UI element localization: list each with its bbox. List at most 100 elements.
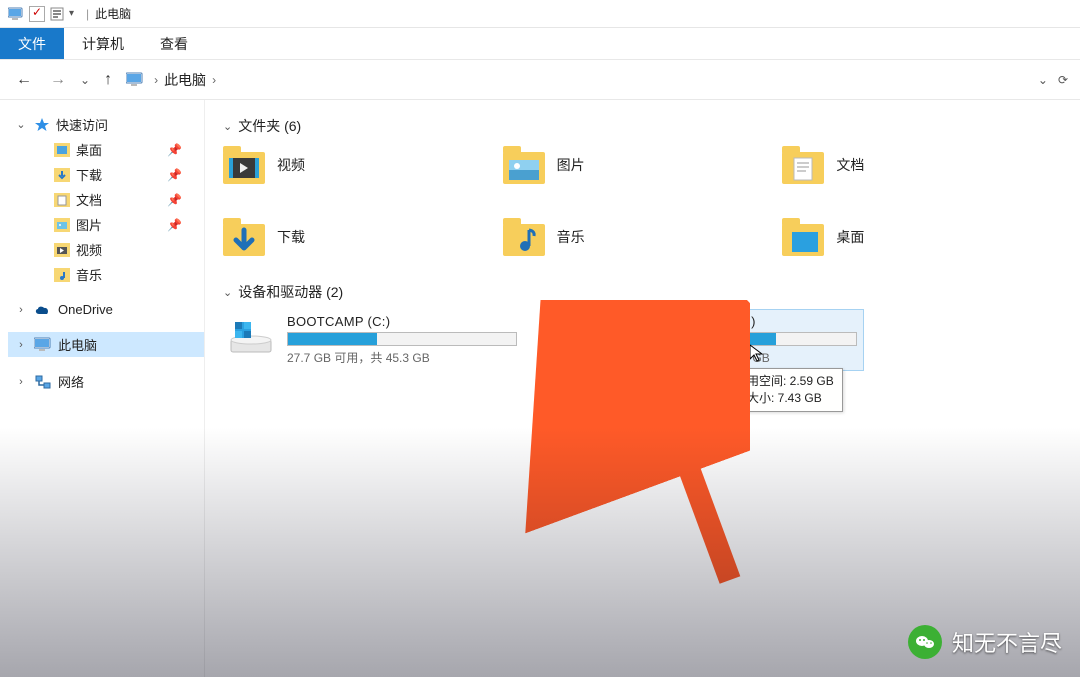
folder-label: 桌面 xyxy=(836,227,864,247)
sidebar-item-downloads[interactable]: 下载 📌 xyxy=(28,162,204,187)
refresh-button[interactable]: ⟳ xyxy=(1058,73,1068,87)
address-bar: ← → ⌄ ↑ › 此电脑 › ⌄ ⟳ xyxy=(0,60,1080,100)
pc-icon xyxy=(34,337,52,352)
qat-dropdown-icon[interactable]: ▾ xyxy=(69,8,74,19)
qat-properties-icon[interactable] xyxy=(50,7,64,21)
sidebar-item-label: 图片 xyxy=(76,215,102,234)
window-title: 此电脑 xyxy=(95,5,131,22)
desktop-icon xyxy=(782,216,824,258)
video-icon xyxy=(54,243,70,257)
sidebar-network[interactable]: 网络 xyxy=(8,369,204,394)
network-icon xyxy=(34,375,52,389)
music-icon xyxy=(503,216,545,258)
chevron-right-icon[interactable] xyxy=(14,376,28,388)
content-pane: ⌄ 文件夹 (6) 视频 图片 xyxy=(205,100,1080,677)
breadcrumb-root[interactable]: 此电脑 xyxy=(164,70,206,90)
sidebar-quick-access[interactable]: 快速访问 xyxy=(8,112,204,137)
breadcrumb-pc-icon xyxy=(126,72,144,87)
titlebar: ▾ | 此电脑 xyxy=(0,0,1080,28)
group-devices-label: 设备和驱动器 (2) xyxy=(238,282,343,302)
pin-icon: 📌 xyxy=(167,218,182,232)
cloud-icon xyxy=(34,304,52,316)
pc-icon xyxy=(8,7,24,21)
folder-videos[interactable]: 视频 xyxy=(223,144,483,186)
chevron-down-icon[interactable] xyxy=(14,118,28,131)
watermark: 知无不言尽 xyxy=(908,625,1062,659)
folder-downloads[interactable]: 下载 xyxy=(223,216,483,258)
title-separator: | xyxy=(86,7,89,21)
folder-documents[interactable]: 文档 xyxy=(782,144,1042,186)
wechat-icon xyxy=(908,625,942,659)
group-folders-label: 文件夹 (6) xyxy=(238,116,301,136)
picture-icon xyxy=(503,144,545,186)
chevron-right-icon: › xyxy=(212,73,216,87)
sidebar-item-label: 视频 xyxy=(76,240,102,259)
sidebar-item-label: 下载 xyxy=(76,165,102,184)
drive-free-text: 27.7 GB 可用，共 45.3 GB xyxy=(287,349,519,366)
nav-up-button[interactable]: ↑ xyxy=(100,69,116,91)
drive-name: OSXRESERVED (D:) xyxy=(627,314,859,329)
address-dropdown-icon[interactable]: ⌄ xyxy=(1038,73,1048,87)
drive-tooltip: 可用空间: 2.59 GB 总大小: 7.43 GB xyxy=(726,368,843,412)
pin-icon: 📌 xyxy=(167,168,182,182)
nav-sidebar: 快速访问 桌面 📌 下载 📌 文档 xyxy=(0,100,205,677)
download-icon xyxy=(223,216,265,258)
folders-grid: 视频 图片 文档 xyxy=(223,144,1062,258)
folder-desktop[interactable]: 桌面 xyxy=(782,216,1042,258)
picture-icon xyxy=(54,218,70,232)
pin-icon: 📌 xyxy=(167,143,182,157)
sidebar-item-music[interactable]: 音乐 xyxy=(28,262,204,287)
sidebar-item-label: 此电脑 xyxy=(58,335,97,354)
ribbon-tab-file[interactable]: 文件 xyxy=(0,28,64,59)
ribbon-tabs: 文件 计算机 查看 xyxy=(0,28,1080,60)
folder-label: 文档 xyxy=(836,155,864,175)
qat-save-icon[interactable] xyxy=(29,6,45,22)
chevron-right-icon[interactable] xyxy=(14,339,28,351)
chevron-down-icon: ⌄ xyxy=(223,120,232,133)
chevron-right-icon: › xyxy=(154,73,158,87)
sidebar-item-label: 音乐 xyxy=(76,265,102,284)
chevron-right-icon[interactable] xyxy=(14,304,28,316)
tooltip-total: 总大小: 7.43 GB xyxy=(735,390,834,407)
drive-osx-icon xyxy=(567,314,615,356)
sidebar-this-pc[interactable]: 此电脑 xyxy=(8,332,204,357)
drive-osxreserved[interactable]: OSXRESERVED (D:) 2.59 GB 可用，共 7.43 GB xyxy=(563,310,863,370)
ribbon-tab-view[interactable]: 查看 xyxy=(142,28,206,59)
sidebar-item-label: 快速访问 xyxy=(56,115,108,134)
sidebar-onedrive[interactable]: OneDrive xyxy=(8,299,204,320)
pin-icon: 📌 xyxy=(167,193,182,207)
nav-forward-button[interactable]: → xyxy=(46,69,70,91)
sidebar-item-label: OneDrive xyxy=(58,302,113,317)
sidebar-item-label: 桌面 xyxy=(76,140,102,159)
drive-name: BOOTCAMP (C:) xyxy=(287,314,519,329)
chevron-down-icon: ⌄ xyxy=(223,286,232,299)
folder-label: 下载 xyxy=(277,227,305,247)
folder-music[interactable]: 音乐 xyxy=(503,216,763,258)
video-icon xyxy=(223,144,265,186)
sidebar-item-label: 文档 xyxy=(76,190,102,209)
star-icon xyxy=(34,117,50,133)
download-icon xyxy=(54,168,70,182)
ribbon-tab-computer[interactable]: 计算机 xyxy=(64,28,142,59)
drives-row: BOOTCAMP (C:) 27.7 GB 可用，共 45.3 GB OSXRE… xyxy=(223,310,1062,370)
drive-windows-icon xyxy=(227,314,275,356)
drive-usage-bar xyxy=(627,332,857,346)
music-icon xyxy=(54,268,70,282)
folder-label: 视频 xyxy=(277,155,305,175)
tooltip-free: 可用空间: 2.59 GB xyxy=(735,373,834,390)
group-devices-header[interactable]: ⌄ 设备和驱动器 (2) xyxy=(223,282,1062,302)
doc-icon xyxy=(54,193,70,207)
explorer-window: ▾ | 此电脑 文件 计算机 查看 ← → ⌄ ↑ › 此电脑 › ⌄ ⟳ xyxy=(0,0,1080,677)
desktop-icon xyxy=(54,143,70,157)
nav-history-dropdown[interactable]: ⌄ xyxy=(80,73,90,87)
group-folders-header[interactable]: ⌄ 文件夹 (6) xyxy=(223,116,1062,136)
sidebar-item-documents[interactable]: 文档 📌 xyxy=(28,187,204,212)
nav-back-button[interactable]: ← xyxy=(12,69,36,91)
drive-bootcamp[interactable]: BOOTCAMP (C:) 27.7 GB 可用，共 45.3 GB xyxy=(223,310,523,370)
breadcrumb[interactable]: › 此电脑 › xyxy=(154,70,216,90)
sidebar-item-pictures[interactable]: 图片 📌 xyxy=(28,212,204,237)
folder-pictures[interactable]: 图片 xyxy=(503,144,763,186)
cursor-icon xyxy=(749,344,763,362)
sidebar-item-desktop[interactable]: 桌面 📌 xyxy=(28,137,204,162)
sidebar-item-videos[interactable]: 视频 xyxy=(28,237,204,262)
